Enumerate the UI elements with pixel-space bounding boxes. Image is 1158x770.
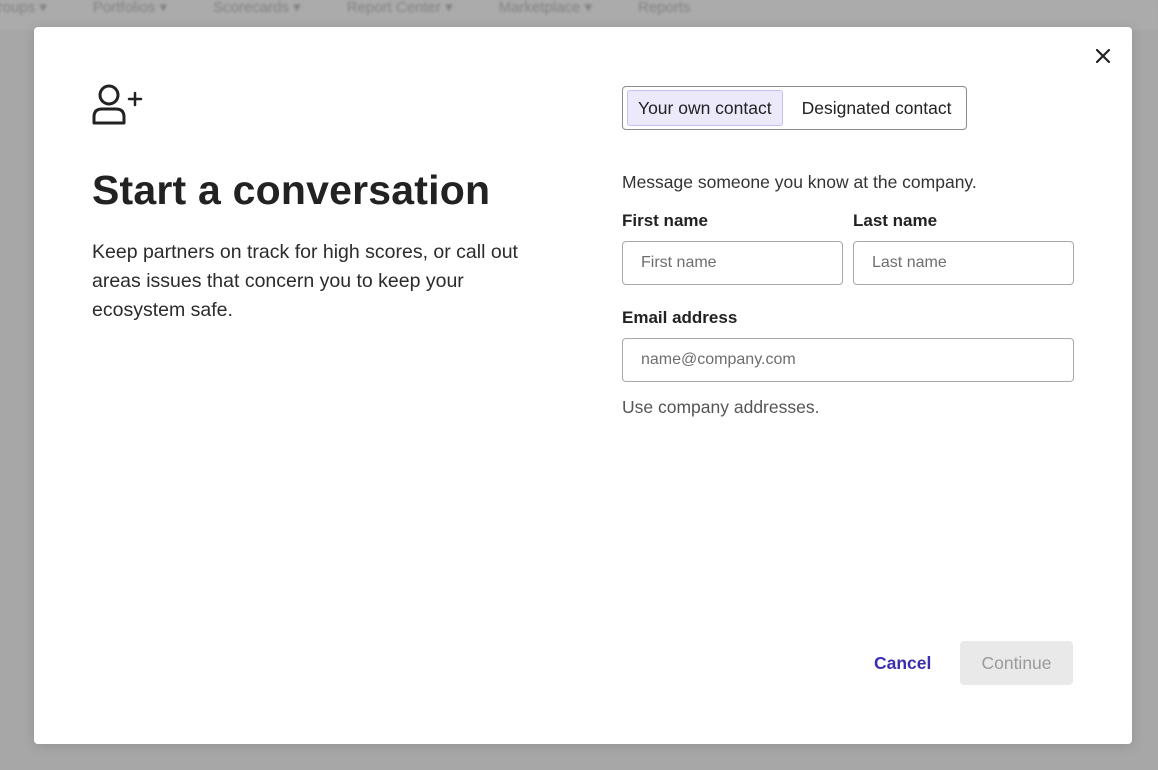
email-field[interactable] [622,338,1074,382]
last-name-group: Last name [853,211,1074,285]
first-name-label: First name [622,211,708,230]
tab-designated-contact[interactable]: Designated contact [783,90,963,126]
contact-type-toggle: Your own contact Designated contact [622,86,968,130]
start-conversation-modal: Start a conversation Keep partners on tr… [34,27,1132,744]
email-label: Email address [622,308,738,327]
close-button[interactable] [1092,45,1114,67]
first-name-group: First name [622,211,843,285]
intro-section: Start a conversation Keep partners on tr… [92,83,552,325]
last-name-field[interactable] [853,241,1074,285]
intro-description: Keep partners on track for high scores, … [92,241,518,321]
user-plus-icon [92,84,143,125]
email-group: Email address Use company addresses. [622,308,1074,418]
page-title: Start a conversation [92,167,491,213]
cancel-button[interactable]: Cancel [860,641,945,685]
email-hint: Use company addresses. [622,397,820,417]
continue-button[interactable]: Continue [960,641,1073,685]
last-name-label: Last name [853,211,938,230]
form-helper-text: Message someone you know at the company. [622,172,977,192]
tab-your-own-contact[interactable]: Your own contact [627,90,783,126]
name-fields-row: First name Last name [622,211,1074,285]
contact-form: Your own contact Designated contact Mess… [622,86,1074,418]
close-icon [1096,49,1110,63]
first-name-field[interactable] [622,241,843,285]
